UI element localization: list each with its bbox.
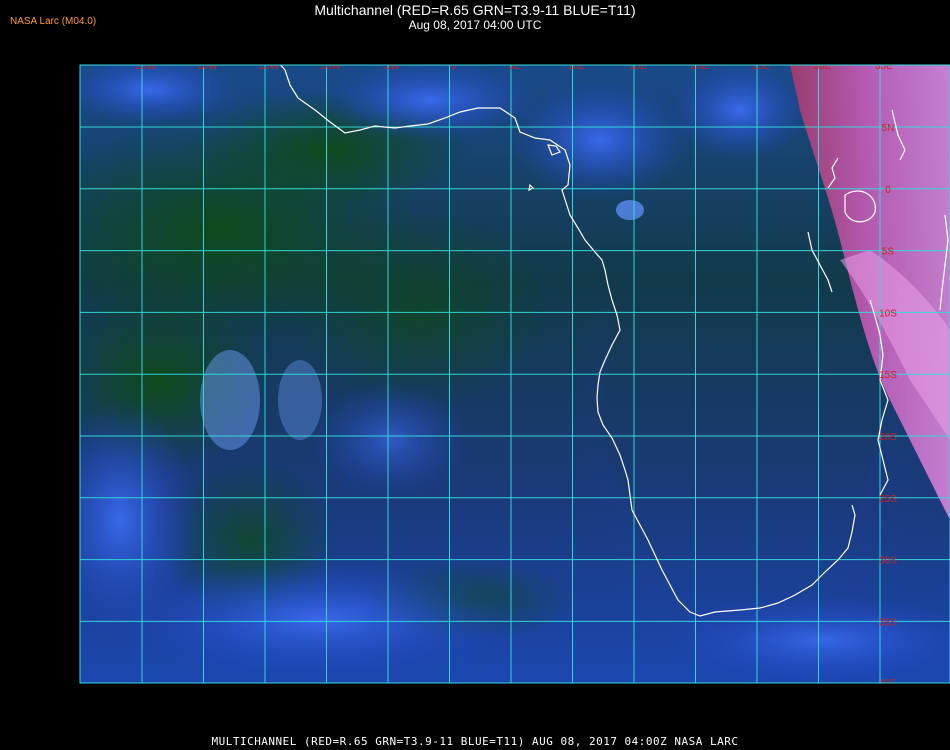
longitude-label: 10W bbox=[320, 61, 341, 72]
longitude-label: 5E bbox=[509, 61, 522, 72]
image-timestamp: Aug 08, 2017 04:00 UTC bbox=[408, 18, 542, 32]
longitude-label: 15W bbox=[259, 61, 280, 72]
image-title: Multichannel (RED=R.65 GRN=T3.9-11 BLUE=… bbox=[314, 2, 636, 18]
longitude-label: 0 bbox=[451, 61, 457, 72]
latitude-label: 30S bbox=[879, 556, 897, 567]
latitude-label: 5S bbox=[882, 247, 895, 258]
satellite-map: 25W 20W 15W 10W 5W 0 5E 10E 15E 20E 25E 30E 35E 5N 0 5… bbox=[79, 61, 950, 684]
longitude-label: 25E bbox=[752, 61, 770, 72]
latitude-label: 25S bbox=[879, 494, 897, 505]
latitude-label: 0 bbox=[885, 185, 891, 196]
longitude-label: 15E bbox=[629, 61, 647, 72]
latitude-label: 20S bbox=[879, 432, 897, 443]
longitude-label: 30E bbox=[814, 61, 832, 72]
longitude-label: 5W bbox=[385, 61, 401, 72]
satellite-image-page: 25W 20W 15W 10W 5W 0 5E 10E 15E 20E 25E 30E 35E 5N 0 5… bbox=[0, 0, 950, 750]
longitude-label: 25W bbox=[136, 61, 157, 72]
longitude-label: 20E bbox=[691, 61, 709, 72]
longitude-label: 10E bbox=[568, 61, 586, 72]
footer-caption: MULTICHANNEL (RED=R.65 GRN=T3.9-11 BLUE=… bbox=[211, 735, 739, 748]
latitude-label: 5N bbox=[882, 123, 895, 134]
longitude-label: 20W bbox=[197, 61, 218, 72]
latitude-label: 15S bbox=[879, 370, 897, 381]
satellite-imagery: 25W 20W 15W 10W 5W 0 5E 10E 15E 20E 25E 30E 35E 5N 0 5… bbox=[80, 61, 950, 683]
latitude-label: 10S bbox=[879, 308, 897, 319]
longitude-label: 35E bbox=[875, 61, 893, 72]
latitude-label: 35S bbox=[879, 617, 897, 628]
